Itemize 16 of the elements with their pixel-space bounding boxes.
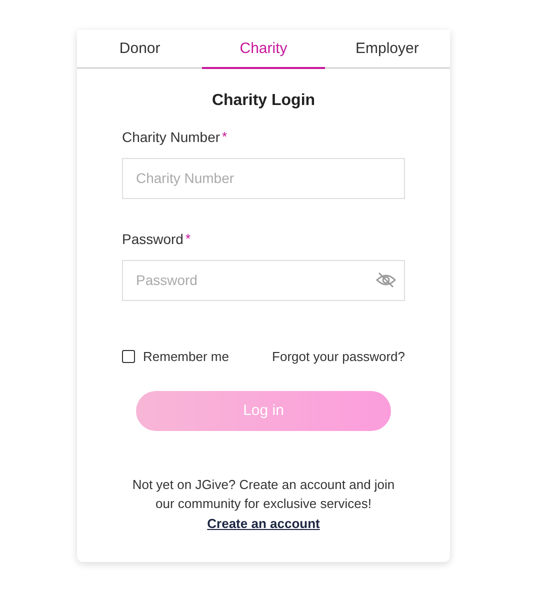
tab[interactable]: Donor [78, 38, 202, 66]
form-title: Charity Login [210, 90, 316, 110]
input-field[interactable]: Charity Number [122, 158, 405, 198]
tab[interactable]: Charity [202, 38, 326, 68]
field-label: Charity Number [122, 128, 220, 147]
remember-checkbox[interactable] [122, 350, 135, 363]
required-mark: * [185, 230, 191, 248]
password-field[interactable]: Password [122, 260, 405, 300]
signup-text: Not yet on JGive? Create an account and join our community for exclusive services! [131, 476, 396, 513]
remember-label: Remember me [143, 348, 229, 366]
forgot-password-link[interactable]: Forgot your password? [272, 346, 405, 366]
eye-slash-icon[interactable] [376, 272, 396, 288]
create-account-link[interactable]: Create an account [207, 514, 320, 534]
field-label: Password [122, 230, 184, 248]
tab[interactable]: Employer [325, 38, 450, 66]
required-mark: * [222, 128, 228, 146]
